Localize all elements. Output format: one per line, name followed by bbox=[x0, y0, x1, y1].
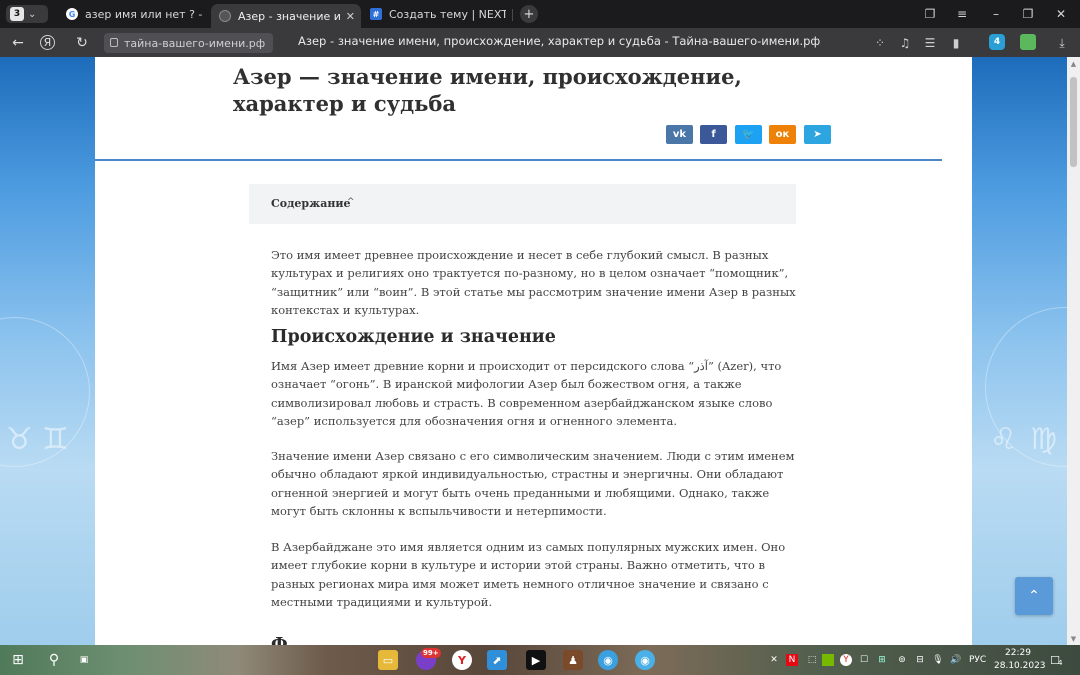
tab-divider bbox=[512, 9, 513, 21]
yandex-tray-icon[interactable]: Y bbox=[840, 654, 852, 666]
extension-icon[interactable] bbox=[1020, 34, 1036, 50]
new-tab-button[interactable]: + bbox=[520, 5, 538, 23]
scrollbar-thumb[interactable] bbox=[1070, 77, 1077, 167]
tab-label: азер имя или нет ? - Поиск bbox=[85, 7, 202, 21]
site-icon bbox=[219, 10, 231, 22]
chevron-down-icon: ⌄ bbox=[28, 8, 37, 20]
browser-tab-bar: 3 ⌄ G азер имя или нет ? - Поиск Азер - … bbox=[0, 0, 1080, 28]
windows-start-icon[interactable]: ⊞ bbox=[8, 650, 28, 670]
clock-time[interactable]: 22:29 bbox=[1005, 648, 1031, 658]
yandex-browser-icon[interactable]: Y bbox=[452, 650, 472, 670]
tab-count: 3 bbox=[10, 7, 24, 21]
header-divider bbox=[95, 159, 942, 161]
notification-badge: 99+ bbox=[421, 648, 441, 658]
restore-button[interactable]: ❐ bbox=[1015, 4, 1041, 24]
tab-nextrp[interactable]: # Создать тему | NEXTRP bbox=[362, 3, 512, 25]
next-section-heading: Ф bbox=[271, 635, 288, 645]
scroll-down-arrow-icon[interactable]: ▼ bbox=[1067, 632, 1080, 645]
tab-label: Азер - значение имени bbox=[238, 9, 340, 23]
extensions-icon[interactable]: ⁘ bbox=[870, 33, 890, 53]
share-ok-button[interactable]: ок bbox=[769, 125, 796, 144]
bookmarks-icon[interactable]: ❐ bbox=[917, 4, 943, 24]
lock-icon bbox=[110, 38, 118, 47]
network-icon[interactable]: ⊟ bbox=[914, 654, 926, 666]
tab-label: Создать тему | NEXTRP bbox=[389, 7, 506, 21]
address-bar: ← Я ↻ тайна-вашего-имени.рф Азер - значе… bbox=[0, 28, 1080, 57]
menu-icon[interactable]: ≡ bbox=[949, 4, 975, 24]
tray-icon[interactable]: ⊚ bbox=[896, 654, 908, 666]
article-container: Азер — значение имени, происхождение, ха… bbox=[95, 57, 972, 645]
close-window-button[interactable]: ✕ bbox=[1048, 4, 1074, 24]
reader-icon[interactable]: ☰ bbox=[920, 33, 940, 53]
page-viewport: ♉ ♊ ♌ ♍ Азер — значение имени, происхожд… bbox=[0, 57, 1080, 645]
language-indicator[interactable]: РУС bbox=[969, 655, 986, 665]
app-icon[interactable]: ▶ bbox=[526, 650, 546, 670]
share-vk-button[interactable]: vk bbox=[666, 125, 693, 144]
article-title: Азер — значение имени, происхождение, ха… bbox=[233, 64, 742, 116]
headphones-icon[interactable]: ♫ bbox=[895, 33, 915, 53]
close-icon[interactable]: ✕ bbox=[346, 10, 355, 23]
tray-icon[interactable]: ⬚ bbox=[806, 654, 818, 666]
download-icon[interactable]: ⤓ bbox=[1052, 33, 1072, 53]
tab-search[interactable]: G азер имя или нет ? - Поиск bbox=[58, 3, 208, 25]
intro-paragraph: Это имя имеет древнее происхождение и не… bbox=[271, 248, 796, 317]
app-icon[interactable]: ♟ bbox=[563, 650, 583, 670]
app-icon[interactable]: ⬈ bbox=[487, 650, 507, 670]
table-of-contents[interactable]: Содержание ^ bbox=[249, 184, 796, 224]
scroll-up-arrow-icon[interactable]: ▲ bbox=[1067, 57, 1080, 70]
app-icon[interactable]: ◉ bbox=[635, 650, 655, 670]
bookmark-icon[interactable]: ▮ bbox=[946, 33, 966, 53]
share-telegram-button[interactable]: ➤ bbox=[804, 125, 831, 144]
notification-count: 4 bbox=[1058, 659, 1063, 667]
back-arrow-icon[interactable]: ← bbox=[8, 33, 28, 53]
zodiac-icon: ♉ bbox=[6, 422, 33, 457]
section-heading: Происхождение и значение bbox=[271, 327, 556, 347]
search-icon[interactable]: ⚲ bbox=[44, 650, 64, 670]
page-scrollbar[interactable]: ▲ ▼ bbox=[1067, 57, 1080, 645]
microphone-icon[interactable]: 🎙 bbox=[932, 654, 944, 666]
zodiac-icon: ♊ bbox=[42, 422, 69, 457]
clock-date[interactable]: 28.10.2023 bbox=[994, 661, 1046, 671]
volume-icon[interactable]: 🔊 bbox=[950, 654, 962, 666]
tray-icon[interactable]: ✕ bbox=[768, 654, 780, 666]
tab-counter-button[interactable]: 3 ⌄ bbox=[6, 5, 48, 23]
zodiac-icon: ♍ bbox=[1030, 422, 1057, 457]
tray-icon[interactable]: ☐ bbox=[858, 654, 870, 666]
page-title-display: Азер - значение имени, происхождение, ха… bbox=[298, 34, 821, 48]
tray-icon[interactable]: ⊞ bbox=[876, 654, 888, 666]
reload-icon[interactable]: ↻ bbox=[72, 33, 92, 53]
windows-taskbar: ⊞ ⚲ ▣ ▭ 99+ Y ⬈ ▶ ♟ ◉ ◉ ✕ N ⬚ Y ☐ ⊞ ⊚ ⊟ … bbox=[0, 645, 1080, 675]
chevron-up-icon[interactable]: ^ bbox=[347, 197, 355, 207]
zodiac-icon: ♌ bbox=[990, 422, 1017, 457]
file-explorer-icon[interactable]: ▭ bbox=[378, 650, 398, 670]
yandex-icon[interactable]: Я bbox=[40, 35, 55, 50]
netflix-icon[interactable]: N bbox=[786, 654, 798, 666]
toc-label: Содержание bbox=[271, 197, 351, 210]
paragraph: Имя Азер имеет древние корни и происходи… bbox=[271, 359, 782, 428]
task-view-icon[interactable]: ▣ bbox=[74, 650, 94, 670]
share-facebook-button[interactable]: f bbox=[700, 125, 727, 144]
nextrp-icon: # bbox=[370, 8, 382, 20]
google-icon: G bbox=[66, 8, 78, 20]
extension-badge-icon[interactable]: 4 bbox=[989, 34, 1005, 50]
tab-article[interactable]: Азер - значение имени ✕ bbox=[211, 4, 361, 28]
nvidia-icon[interactable] bbox=[822, 654, 834, 666]
paragraph: Значение имени Азер связано с его символ… bbox=[271, 449, 795, 518]
url-field[interactable]: тайна-вашего-имени.рф bbox=[104, 33, 274, 53]
url-text: тайна-вашего-имени.рф bbox=[124, 36, 266, 50]
paragraph: В Азербайджане это имя является одним из… bbox=[271, 540, 786, 609]
app-icon[interactable]: ◉ bbox=[598, 650, 618, 670]
scroll-to-top-button[interactable]: ⌃ bbox=[1015, 577, 1053, 615]
share-twitter-button[interactable]: 🐦 bbox=[735, 125, 762, 144]
minimize-button[interactable]: – bbox=[983, 4, 1009, 24]
